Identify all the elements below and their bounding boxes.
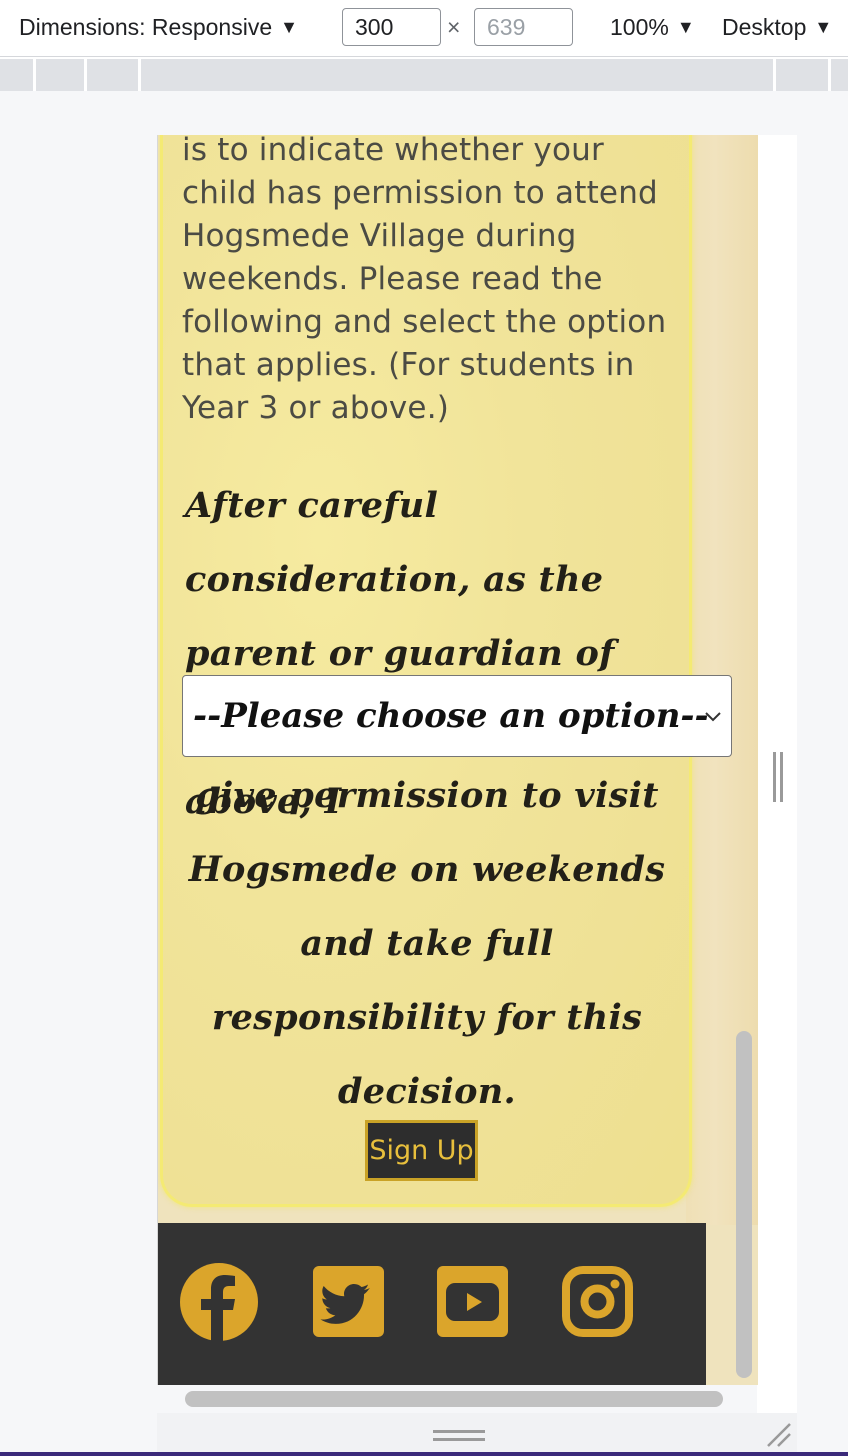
intro-paragraph: The following part of the form is to ind… (182, 135, 667, 426)
window-bottom-edge (0, 1452, 848, 1456)
instagram-icon[interactable] (562, 1266, 633, 1337)
devtools-toolbar: Dimensions: Responsive ▼ 300 × 639 100% … (0, 0, 848, 57)
ruler-divider (33, 59, 36, 91)
times-icon: × (447, 14, 461, 40)
device-mode-label: Desktop (722, 14, 807, 40)
grip-line (780, 752, 783, 802)
ruler-divider (828, 59, 831, 91)
ruler-divider (773, 59, 776, 91)
bottom-resize-handle[interactable] (433, 1430, 485, 1442)
zoom-dropdown[interactable]: 100% ▼ (610, 14, 695, 41)
corner-resize-icon[interactable] (764, 1420, 794, 1450)
dimensions-dropdown[interactable]: Dimensions: Responsive ▼ (19, 14, 298, 41)
footer (158, 1223, 706, 1385)
permission-text: give permission to visit Hogsmede on wee… (188, 775, 666, 1112)
grip-line (433, 1430, 485, 1433)
grip-line (773, 752, 776, 802)
ruler-divider (138, 59, 141, 91)
emulated-page: The following part of the form is to ind… (157, 135, 758, 1385)
grip-line (433, 1438, 485, 1441)
form-card: The following part of the form is to ind… (160, 135, 732, 1207)
vertical-scrollbar-thumb[interactable] (736, 1031, 752, 1378)
dimensions-label: Dimensions: Responsive (19, 14, 273, 40)
media-query-ruler[interactable] (0, 59, 848, 91)
permission-select[interactable]: --Please choose an option-- (182, 675, 732, 757)
chevron-down-icon (703, 704, 723, 729)
horizontal-scrollbar-thumb[interactable] (185, 1391, 723, 1407)
sign-up-button[interactable]: Sign Up (365, 1120, 478, 1181)
chevron-down-icon: ▼ (676, 17, 695, 37)
youtube-icon[interactable] (437, 1266, 508, 1337)
width-input[interactable]: 300 (342, 8, 441, 46)
ruler-divider (84, 59, 87, 91)
facebook-icon[interactable] (179, 1262, 259, 1342)
device-mode-dropdown[interactable]: Desktop ▼ (722, 14, 832, 41)
chevron-down-icon: ▼ (280, 17, 298, 37)
height-input[interactable]: 639 (474, 8, 573, 46)
twitter-icon[interactable] (313, 1266, 384, 1337)
right-resize-handle[interactable] (773, 752, 785, 802)
chevron-down-icon: ▼ (814, 17, 833, 37)
select-value: --Please choose an option-- (193, 696, 709, 736)
zoom-label: 100% (610, 14, 669, 40)
